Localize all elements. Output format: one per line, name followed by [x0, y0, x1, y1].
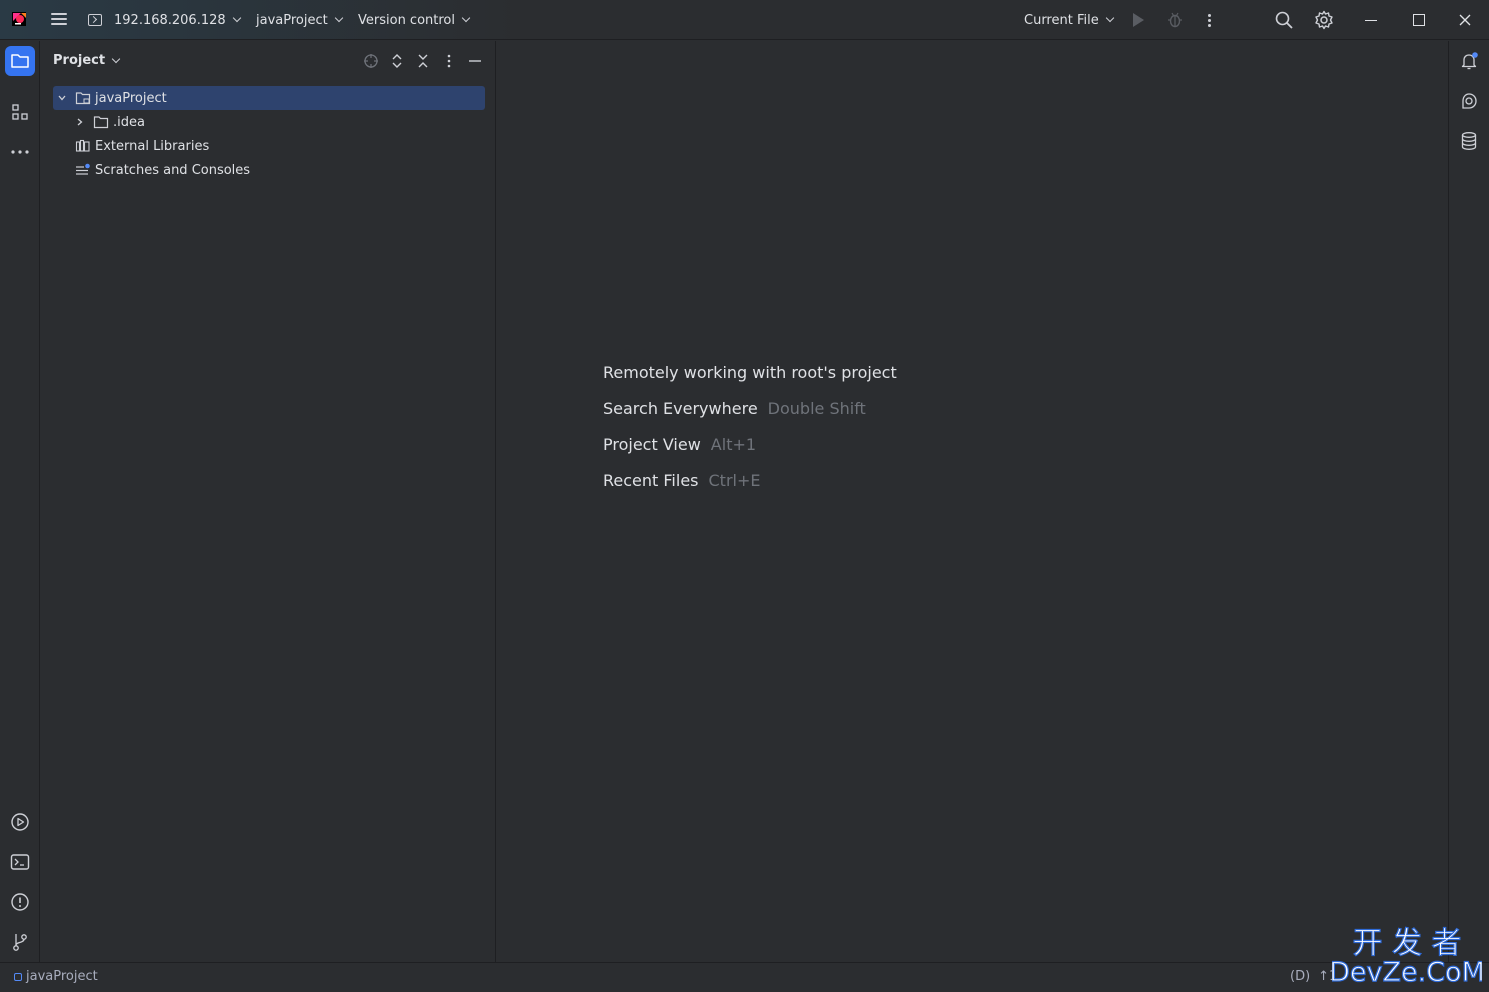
more-horizontal-icon: [11, 150, 29, 154]
remote-host-dropdown[interactable]: 192.168.206.128: [88, 0, 241, 40]
hint-project-view[interactable]: Project View Alt+1: [603, 426, 897, 462]
database-icon: [1461, 132, 1477, 150]
run-icon[interactable]: [1133, 13, 1144, 27]
run-config-dropdown[interactable]: Current File: [1024, 0, 1114, 40]
ai-assistant-icon: [1462, 93, 1477, 109]
tree-item-idea[interactable]: .idea: [53, 110, 485, 134]
structure-icon: [12, 104, 28, 120]
watermark: 开 发 者 DevZe.CoM: [1329, 925, 1486, 988]
close-window-button[interactable]: [1450, 10, 1480, 30]
terminal-tool-button[interactable]: [5, 847, 35, 877]
hint-shortcut: Alt+1: [710, 434, 757, 454]
status-widget-d[interactable]: (D): [1290, 969, 1310, 984]
more-actions-icon[interactable]: [1204, 12, 1214, 28]
app-logo-icon[interactable]: [10, 10, 28, 28]
panel-options-button[interactable]: [439, 51, 459, 71]
notifications-button[interactable]: [1457, 49, 1481, 73]
tree-item-scratches[interactable]: Scratches and Consoles: [53, 158, 485, 182]
search-icon[interactable]: [1274, 10, 1294, 30]
status-bar: javaProject (D) ↑1: [0, 962, 1489, 992]
chevron-down-icon: [232, 13, 241, 23]
expand-all-icon: [392, 54, 402, 68]
tree-item-label: .idea: [113, 114, 145, 130]
hint-search-everywhere[interactable]: Search Everywhere Double Shift: [603, 390, 897, 426]
project-panel-title[interactable]: Project: [53, 53, 121, 68]
hint-recent-files[interactable]: Recent Files Ctrl+E: [603, 462, 897, 498]
structure-tool-button[interactable]: [5, 97, 35, 127]
crosshair-icon: [364, 54, 378, 68]
status-project-label: javaProject: [26, 969, 98, 984]
library-icon: [75, 139, 91, 153]
problems-tool-button[interactable]: [5, 887, 35, 917]
expand-all-button[interactable]: [387, 51, 407, 71]
vcs-dropdown[interactable]: Version control: [358, 0, 471, 40]
vcs-dropdown-label: Version control: [358, 12, 455, 28]
hint-shortcut: Ctrl+E: [708, 470, 761, 490]
problems-icon: [11, 893, 29, 911]
hint-label: Recent Files: [603, 470, 699, 490]
scratches-icon: [75, 163, 91, 177]
module-icon: [14, 972, 22, 981]
tree-item-label: javaProject: [95, 90, 167, 106]
minimize-window-button[interactable]: [1356, 10, 1386, 30]
tree-item-label: Scratches and Consoles: [95, 162, 251, 178]
remote-host-label: 192.168.206.128: [114, 12, 226, 28]
minimize-icon: [469, 60, 481, 62]
services-tool-button[interactable]: [5, 807, 35, 837]
chevron-down-icon: [461, 13, 471, 23]
more-vertical-icon: [447, 54, 451, 68]
maximize-window-button[interactable]: [1404, 10, 1434, 30]
project-panel-toolbar: [361, 51, 485, 71]
chevron-down-icon: [1105, 13, 1114, 23]
hint-shortcut: Double Shift: [767, 398, 866, 418]
git-tool-button[interactable]: [5, 927, 35, 957]
chevron-down-icon: [334, 13, 343, 23]
chevron-down-icon: [111, 54, 121, 63]
watermark-bottom-text: DevZe.CoM: [1332, 957, 1482, 986]
main-menu-icon[interactable]: [48, 10, 70, 30]
terminal-icon: [10, 854, 30, 870]
project-panel: Project javaProject .idea External Libra…: [41, 41, 496, 962]
collapse-all-icon: [418, 54, 428, 68]
project-tool-button[interactable]: [5, 46, 35, 76]
tree-item-javaproject[interactable]: javaProject: [53, 86, 485, 110]
select-opened-file-button[interactable]: [361, 51, 381, 71]
editor-area[interactable]: Remotely working with root's project Sea…: [497, 41, 1448, 962]
project-dropdown[interactable]: javaProject: [256, 0, 343, 40]
hint-label: Search Everywhere: [603, 398, 758, 418]
gear-icon[interactable]: [1314, 10, 1334, 30]
project-panel-title-label: Project: [53, 53, 106, 68]
run-config-label: Current File: [1024, 12, 1099, 28]
chevron-right-icon[interactable]: [75, 117, 91, 127]
hint-remote: Remotely working with root's project: [603, 354, 897, 390]
more-tools-button[interactable]: [5, 137, 35, 167]
bell-icon: [1461, 52, 1478, 70]
tree-item-external-libraries[interactable]: External Libraries: [53, 134, 485, 158]
git-branch-icon: [13, 934, 27, 951]
tree-item-label: External Libraries: [95, 138, 210, 154]
right-tool-strip: [1448, 41, 1489, 962]
title-bar: 192.168.206.128 javaProject Version cont…: [0, 0, 1489, 40]
folder-icon: [93, 115, 109, 129]
status-right-widgets: (D) ↑1: [1290, 969, 1337, 984]
debug-icon[interactable]: [1167, 11, 1183, 29]
chevron-down-icon[interactable]: [57, 93, 73, 103]
editor-hints: Remotely working with root's project Sea…: [603, 354, 897, 498]
hint-label: Project View: [603, 434, 701, 454]
hint-label: Remotely working with root's project: [603, 362, 897, 382]
module-folder-icon: [75, 91, 91, 105]
collapse-all-button[interactable]: [413, 51, 433, 71]
database-button[interactable]: [1457, 129, 1481, 153]
services-icon: [11, 813, 29, 831]
watermark-top-text: 开 发 者: [1352, 926, 1461, 961]
left-tool-strip: [0, 41, 40, 962]
project-tree: javaProject .idea External Libraries Scr…: [53, 86, 485, 182]
hide-panel-button[interactable]: [465, 51, 485, 71]
ai-assistant-button[interactable]: [1457, 89, 1481, 113]
remote-terminal-icon: [88, 14, 102, 26]
status-breadcrumb[interactable]: javaProject: [14, 969, 98, 984]
project-dropdown-label: javaProject: [256, 12, 328, 28]
folder-icon: [11, 54, 29, 68]
